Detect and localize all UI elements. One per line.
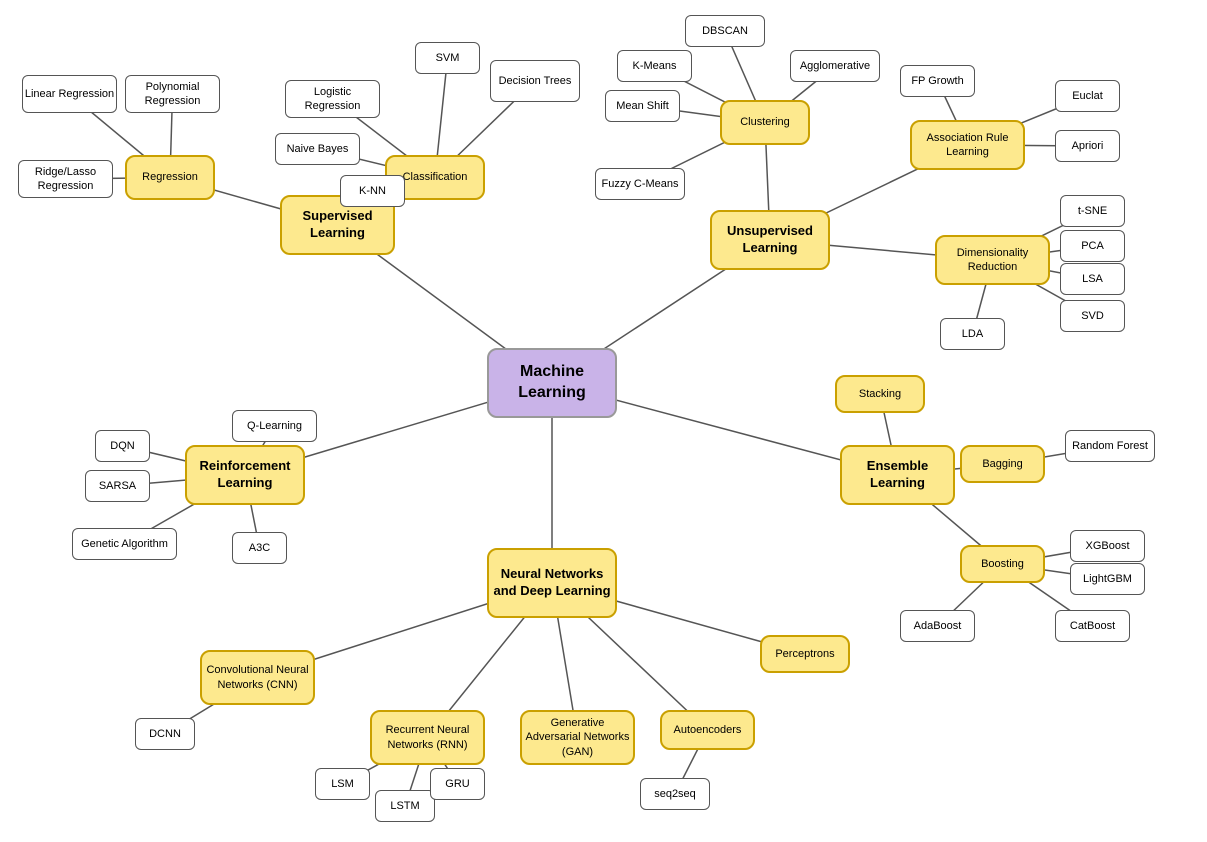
node-tsne: t-SNE: [1060, 195, 1125, 227]
node-perceptrons: Perceptrons: [760, 635, 850, 673]
node-gru: GRU: [430, 768, 485, 800]
node-regression: Regression: [125, 155, 215, 200]
node-naive_bayes: Naive Bayes: [275, 133, 360, 165]
node-dbscan: DBSCAN: [685, 15, 765, 47]
node-dqn: DQN: [95, 430, 150, 462]
node-fuzzy: Fuzzy C-Means: [595, 168, 685, 200]
node-agglomerative: Agglomerative: [790, 50, 880, 82]
node-gan: Generative Adversarial Networks (GAN): [520, 710, 635, 765]
node-euclat: Euclat: [1055, 80, 1120, 112]
node-cnn: Convolutional Neural Networks (CNN): [200, 650, 315, 705]
node-decision_trees: Decision Trees: [490, 60, 580, 102]
node-dcnn: DCNN: [135, 718, 195, 750]
node-lsa: LSA: [1060, 263, 1125, 295]
node-pca: PCA: [1060, 230, 1125, 262]
node-dim_reduction: Dimensionality Reduction: [935, 235, 1050, 285]
node-fp_growth: FP Growth: [900, 65, 975, 97]
node-adaboost: AdaBoost: [900, 610, 975, 642]
node-boosting: Boosting: [960, 545, 1045, 583]
node-mean_shift: Mean Shift: [605, 90, 680, 122]
node-svd_leaf: SVD: [1060, 300, 1125, 332]
node-assoc_rule: Association Rule Learning: [910, 120, 1025, 170]
node-catboost: CatBoost: [1055, 610, 1130, 642]
node-poly_reg: Polynomial Regression: [125, 75, 220, 113]
node-bagging: Bagging: [960, 445, 1045, 483]
node-genetic: Genetic Algorithm: [72, 528, 177, 560]
node-sarsa: SARSA: [85, 470, 150, 502]
node-random_forest: Random Forest: [1065, 430, 1155, 462]
mindmap-diagram: Machine LearningSupervised LearningUnsup…: [0, 0, 1207, 842]
node-svm: SVM: [415, 42, 480, 74]
node-q_learning: Q-Learning: [232, 410, 317, 442]
node-a3c: A3C: [232, 532, 287, 564]
node-stacking: Stacking: [835, 375, 925, 413]
node-unsupervised: Unsupervised Learning: [710, 210, 830, 270]
node-ensemble: Ensemble Learning: [840, 445, 955, 505]
node-clustering: Clustering: [720, 100, 810, 145]
node-knn: K-NN: [340, 175, 405, 207]
node-machine_learning: Machine Learning: [487, 348, 617, 418]
node-lda: LDA: [940, 318, 1005, 350]
node-rnn: Recurrent Neural Networks (RNN): [370, 710, 485, 765]
node-reinforcement: Reinforcement Learning: [185, 445, 305, 505]
node-neural: Neural Networks and Deep Learning: [487, 548, 617, 618]
node-logistic: Logistic Regression: [285, 80, 380, 118]
node-autoencoders: Autoencoders: [660, 710, 755, 750]
node-linear_reg: Linear Regression: [22, 75, 117, 113]
node-apriori: Apriori: [1055, 130, 1120, 162]
node-kmeans: K-Means: [617, 50, 692, 82]
node-xgboost: XGBoost: [1070, 530, 1145, 562]
node-lightgbm: LightGBM: [1070, 563, 1145, 595]
node-ridge_reg: Ridge/Lasso Regression: [18, 160, 113, 198]
node-lsm: LSM: [315, 768, 370, 800]
node-lstm: LSTM: [375, 790, 435, 822]
node-seq2seq: seq2seq: [640, 778, 710, 810]
